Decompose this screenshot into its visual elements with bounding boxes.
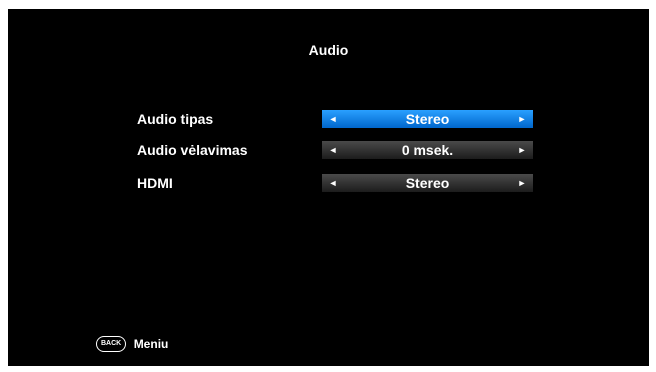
setting-label-audio-delay: Audio vėlavimas (137, 142, 248, 158)
audio-type-value: Stereo (405, 111, 450, 127)
arrow-left-icon[interactable]: ◄ (326, 110, 340, 128)
audio-delay-value: 0 msek. (401, 142, 454, 158)
arrow-left-icon[interactable]: ◄ (326, 174, 340, 192)
footer-hint: BACK Meniu (96, 335, 168, 353)
hdmi-value: Stereo (405, 175, 450, 191)
setting-row-hdmi[interactable]: HDMI ◄ Stereo ► (8, 173, 649, 193)
back-key-icon[interactable]: BACK (96, 335, 127, 352)
hdmi-selector[interactable]: ◄ Stereo ► (322, 174, 533, 192)
arrow-right-icon[interactable]: ► (515, 174, 529, 192)
audio-delay-selector[interactable]: ◄ 0 msek. ► (322, 141, 533, 159)
setting-label-hdmi: HDMI (137, 175, 173, 191)
tv-screen: Audio Audio tipas ◄ Stereo ► Audio vėlav… (8, 9, 649, 366)
setting-row-audio-delay[interactable]: Audio vėlavimas ◄ 0 msek. ► (8, 140, 649, 160)
audio-type-selector[interactable]: ◄ Stereo ► (322, 110, 533, 128)
setting-label-audio-type: Audio tipas (137, 111, 214, 127)
arrow-left-icon[interactable]: ◄ (326, 141, 340, 159)
setting-row-audio-type[interactable]: Audio tipas ◄ Stereo ► (8, 109, 649, 129)
arrow-right-icon[interactable]: ► (515, 110, 529, 128)
arrow-right-icon[interactable]: ► (515, 141, 529, 159)
footer-menu-label: Meniu (133, 336, 169, 351)
page-title: Audio (308, 42, 349, 58)
